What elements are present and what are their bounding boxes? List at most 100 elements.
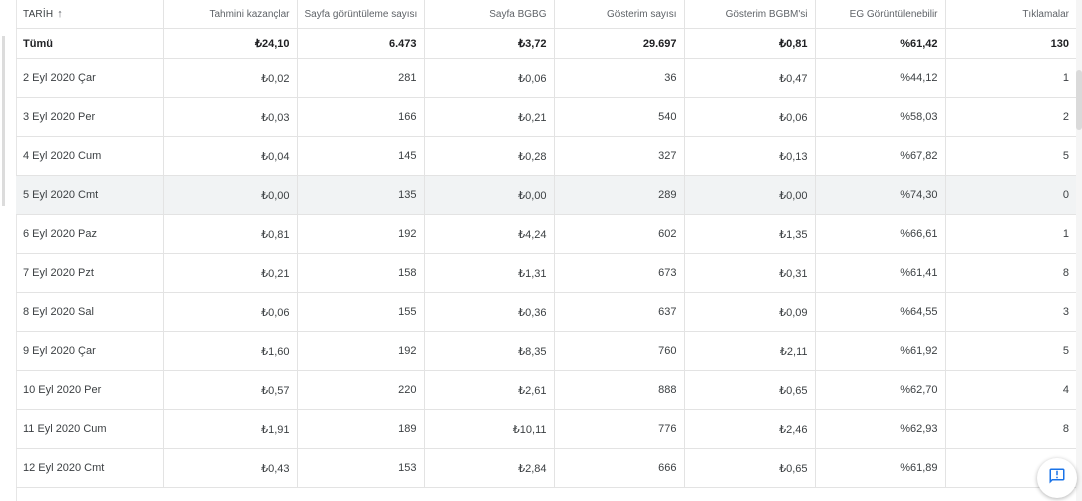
table-row[interactable]: 10 Eyl 2020 Per ₺0,57 220 ₺2,61 888 ₺0,65 %62,…: [16, 370, 1076, 410]
table-cell: ₺0,65: [684, 448, 816, 488]
table-cell: ₺8,35: [424, 331, 555, 371]
table-cell: ₺0,21: [163, 253, 298, 293]
table-cell: %62,93: [815, 409, 946, 449]
table-cell: 166: [297, 97, 425, 137]
table-cell: ₺1,35: [684, 214, 816, 254]
column-header-estimated-earnings[interactable]: Tahmini kazançlar: [163, 0, 298, 29]
sort-ascending-icon[interactable]: ↑: [57, 8, 63, 20]
table-cell: 36: [554, 58, 685, 98]
table-cell: 666: [554, 448, 685, 488]
table-cell: 888: [554, 370, 685, 410]
table-cell: ₺1,91: [163, 409, 298, 449]
table-row[interactable]: 4 Eyl 2020 Cum ₺0,04 145 ₺0,28 327 ₺0,13 %67,8…: [16, 136, 1076, 176]
table-row[interactable]: 7 Eyl 2020 Pzt ₺0,21 158 ₺1,31 673 ₺0,31 %61,4…: [16, 253, 1076, 293]
column-header-page-views[interactable]: Sayfa görüntüleme sayısı: [297, 0, 425, 29]
scrollbar[interactable]: [1076, 0, 1082, 501]
table-row[interactable]: 9 Eyl 2020 Çar ₺1,60 192 ₺8,35 760 ₺2,11 %61,9…: [16, 331, 1076, 371]
table-cell: ₺0,47: [684, 58, 816, 98]
table-cell: ₺1,60: [163, 331, 298, 371]
table-cell: 760: [554, 331, 685, 371]
total-cell: %61,42: [815, 28, 946, 59]
row-date: 9 Eyl 2020 Çar: [16, 331, 164, 371]
report-table: TARİH ↑ Tahmini kazançlar Sayfa görüntüle…: [16, 0, 1076, 488]
total-label: Tümü: [16, 28, 164, 59]
column-header-clicks[interactable]: Tıklamalar: [945, 0, 1076, 29]
table-cell: ₺0,57: [163, 370, 298, 410]
table-cell: %74,30: [815, 175, 946, 215]
table-cell: 776: [554, 409, 685, 449]
table-cell: 192: [297, 214, 425, 254]
table-cell: 281: [297, 58, 425, 98]
table-row[interactable]: 2 Eyl 2020 Çar ₺0,02 281 ₺0,06 36 ₺0,47 %44,12…: [16, 58, 1076, 98]
table-cell: ₺10,11: [424, 409, 555, 449]
table-cell: 192: [297, 331, 425, 371]
table-cell: 220: [297, 370, 425, 410]
table-cell: ₺1,31: [424, 253, 555, 293]
table-cell: 5: [945, 136, 1076, 176]
table-cell: ₺0,00: [163, 175, 298, 215]
total-cell: ₺24,10: [163, 28, 298, 59]
column-header-date[interactable]: TARİH ↑: [16, 0, 164, 29]
table-cell: ₺0,43: [163, 448, 298, 488]
table-cell: 1: [945, 58, 1076, 98]
table-cell: ₺0,65: [684, 370, 816, 410]
table-row[interactable]: 3 Eyl 2020 Per ₺0,03 166 ₺0,21 540 ₺0,06 %58,0…: [16, 97, 1076, 137]
table-cell: ₺0,00: [424, 175, 555, 215]
table-cell: ₺4,24: [424, 214, 555, 254]
total-cell: ₺0,81: [684, 28, 816, 59]
table-cell: ₺0,06: [163, 292, 298, 332]
panel-edge-marker: [2, 36, 5, 206]
table-cell: ₺0,02: [163, 58, 298, 98]
table-cell: ₺2,11: [684, 331, 816, 371]
table-cell: %61,92: [815, 331, 946, 371]
total-cell: 29.697: [554, 28, 685, 59]
total-cell: 6.473: [297, 28, 425, 59]
table-row[interactable]: 11 Eyl 2020 Cum ₺1,91 189 ₺10,11 776 ₺2,46 %62…: [16, 409, 1076, 449]
table-cell: 0: [945, 175, 1076, 215]
table-cell: ₺0,13: [684, 136, 816, 176]
table-cell: 153: [297, 448, 425, 488]
scrollbar-thumb[interactable]: [1076, 70, 1082, 130]
table-cell: ₺0,28: [424, 136, 555, 176]
left-panel-edge: [0, 0, 17, 501]
table-cell: ₺0,04: [163, 136, 298, 176]
row-date: 10 Eyl 2020 Per: [16, 370, 164, 410]
row-date: 3 Eyl 2020 Per: [16, 97, 164, 137]
column-header-label: TARİH: [23, 9, 54, 20]
table-cell: 189: [297, 409, 425, 449]
column-header-active-view-viewable[interactable]: EG Görüntülenebilir: [815, 0, 946, 29]
table-cell: 5: [945, 331, 1076, 371]
table-cell: 327: [554, 136, 685, 176]
column-header-impression-rpm[interactable]: Gösterim BGBM'si: [684, 0, 816, 29]
table-row[interactable]: 8 Eyl 2020 Sal ₺0,06 155 ₺0,36 637 ₺0,09 %64,5…: [16, 292, 1076, 332]
table-cell: 155: [297, 292, 425, 332]
feedback-icon: [1048, 467, 1066, 490]
table-cell: 602: [554, 214, 685, 254]
table-row[interactable]: 6 Eyl 2020 Paz ₺0,81 192 ₺4,24 602 ₺1,35 %66,6…: [16, 214, 1076, 254]
column-header-page-rpm[interactable]: Sayfa BGBG: [424, 0, 555, 29]
table-cell: ₺0,03: [163, 97, 298, 137]
table-cell: 673: [554, 253, 685, 293]
column-header-impressions[interactable]: Gösterim sayısı: [554, 0, 685, 29]
table-cell: ₺0,81: [163, 214, 298, 254]
table-cell: ₺0,21: [424, 97, 555, 137]
table-cell: ₺2,46: [684, 409, 816, 449]
table-cell: 2: [945, 97, 1076, 137]
table-cell: %61,41: [815, 253, 946, 293]
table-cell: ₺0,36: [424, 292, 555, 332]
row-date: 2 Eyl 2020 Çar: [16, 58, 164, 98]
feedback-button[interactable]: [1037, 458, 1077, 498]
table-cell: ₺0,00: [684, 175, 816, 215]
table-cell: %67,82: [815, 136, 946, 176]
table-cell: %66,61: [815, 214, 946, 254]
total-cell: ₺3,72: [424, 28, 555, 59]
table-row[interactable]: 12 Eyl 2020 Cmt ₺0,43 153 ₺2,84 666 ₺0,65 %61,…: [16, 448, 1076, 488]
table-cell: 637: [554, 292, 685, 332]
row-date: 11 Eyl 2020 Cum: [16, 409, 164, 449]
table-row[interactable]: 5 Eyl 2020 Cmt ₺0,00 135 ₺0,00 289 ₺0,00 %74,3…: [16, 175, 1076, 215]
row-date: 7 Eyl 2020 Pzt: [16, 253, 164, 293]
total-cell: 130: [945, 28, 1076, 59]
table-cell: ₺0,06: [424, 58, 555, 98]
table-cell: 289: [554, 175, 685, 215]
table-cell: ₺0,09: [684, 292, 816, 332]
